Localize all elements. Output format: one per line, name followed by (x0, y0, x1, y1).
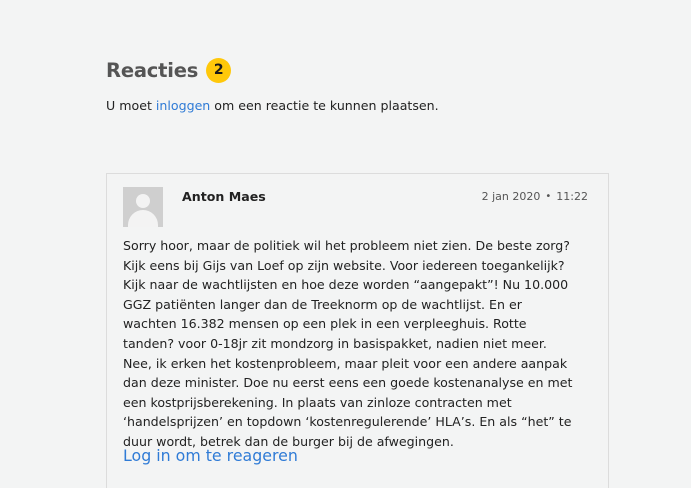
comments-heading: Reacties 2 (106, 56, 611, 84)
login-link[interactable]: inloggen (156, 98, 210, 113)
comments-section: Reacties 2 U moet inloggen om een reacti… (106, 56, 611, 113)
avatar (123, 187, 163, 227)
meta-separator: • (545, 191, 552, 202)
login-notice-suffix: om een reactie te kunnen plaatsen. (210, 98, 439, 113)
login-notice: U moet inloggen om een reactie te kunnen… (106, 98, 611, 113)
comment-count-badge: 2 (206, 57, 232, 83)
comment-time: 11:22 (556, 190, 588, 203)
comment-author[interactable]: Anton Maes (182, 189, 266, 204)
comment-meta: 2 jan 2020 • 11:22 (482, 190, 588, 203)
login-to-reply-link[interactable]: Log in om te reageren (123, 446, 298, 465)
avatar-shoulders-shape (128, 210, 158, 227)
comments-title: Reacties (106, 58, 199, 82)
comment-date: 2 jan 2020 (481, 190, 541, 203)
comment-card: Anton Maes 2 jan 2020 • 11:22 Sorry hoor… (106, 173, 609, 488)
comment-body: Sorry hoor, maar de politiek wil het pro… (123, 238, 573, 449)
avatar-head-shape (136, 194, 150, 208)
login-notice-prefix: U moet (106, 98, 156, 113)
